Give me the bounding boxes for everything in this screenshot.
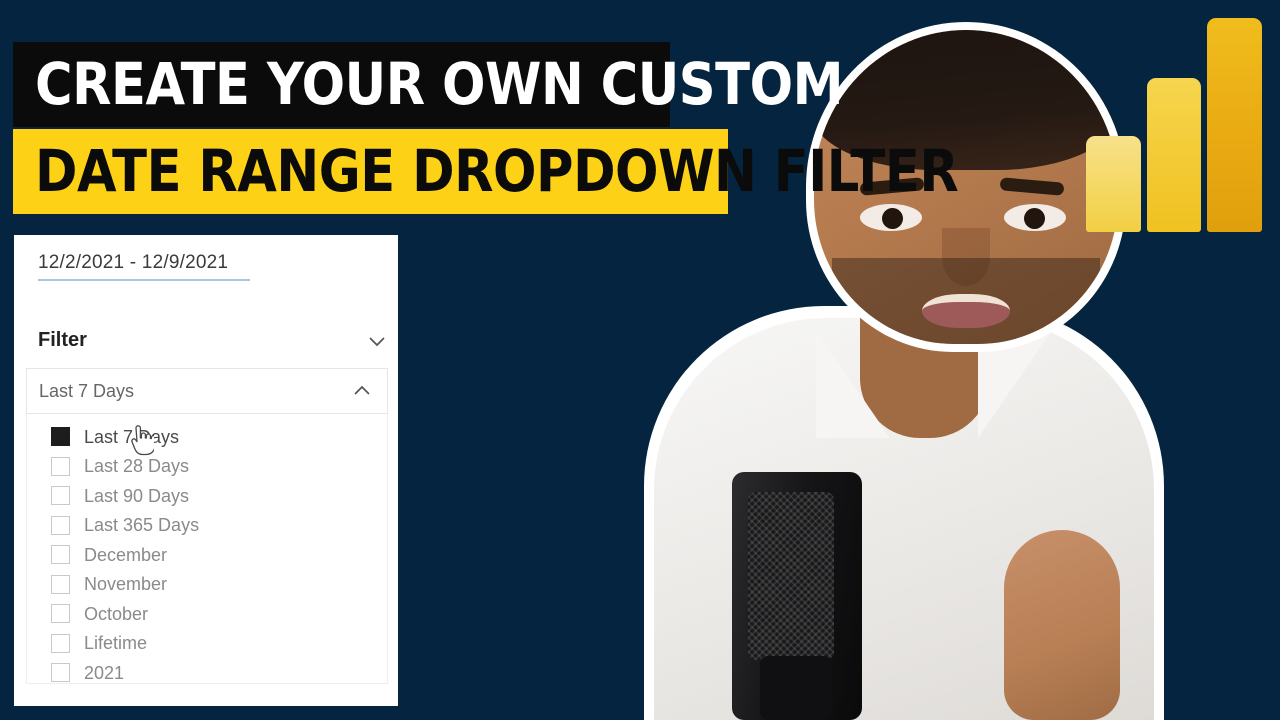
power-bi-logo-bar-short [1086,135,1141,232]
checkbox-unchecked-icon[interactable] [51,515,70,535]
chevron-up-icon[interactable] [351,380,373,402]
presenter-hand [1004,530,1120,720]
presenter-eyebrow-right [999,177,1065,196]
title-text-line2: DATE RANGE DROPDOWN FILTER [35,137,959,205]
dropdown-option-label: Last 28 Days [84,456,190,477]
presenter-iris-left [882,208,903,229]
presenter-mouth [922,294,1010,328]
chevron-down-icon[interactable] [366,330,388,352]
dropdown-option[interactable]: Last 7 Days [27,422,387,452]
checkbox-unchecked-icon[interactable] [51,574,70,594]
dropdown-option[interactable]: Last 90 Days [27,481,387,511]
dropdown-option[interactable]: December [27,540,387,570]
dropdown-option-label: Last 90 Days [84,485,190,506]
dropdown-option-label: October [84,603,149,624]
checkbox-unchecked-icon[interactable] [51,545,70,565]
power-bi-logo-bar-medium [1146,77,1202,232]
presenter-iris-right [1024,208,1045,229]
dropdown-option-label: 2021 [84,662,125,683]
dropdown-option-label: Lifetime [84,633,148,654]
checkbox-unchecked-icon[interactable] [51,456,70,476]
title-banner-line2: DATE RANGE DROPDOWN FILTER [13,129,959,214]
dropdown-option-label: November [84,574,168,595]
dropdown-option[interactable]: Last 28 Days [27,452,387,482]
dropdown-selected-value: Last 7 Days [39,380,135,401]
checkbox-unchecked-icon[interactable] [51,486,70,506]
dropdown-option[interactable]: Lifetime [27,629,387,659]
dropdown-option-label: Last 7 Days [84,426,180,447]
microphone-grille [748,492,834,660]
power-bi-logo-bar-tall [1207,18,1263,232]
thumbnail-canvas: CREATE YOUR OWN CUSTOM DATE RANGE DROPDO… [0,0,1280,720]
date-range-text: 12/2/2021 - 12/9/2021 [38,252,229,273]
dropdown-option-label: Last 365 Days [84,515,200,536]
dropdown-option[interactable]: November [27,570,387,600]
filter-label: Filter [38,329,87,351]
checkbox-unchecked-icon[interactable] [51,633,70,653]
dropdown-option-list[interactable]: Last 7 Days Last 28 Days Last 90 Days Last … [26,414,388,684]
power-bi-logo [1086,18,1263,232]
dropdown-option[interactable]: 2021 [27,658,387,683]
checkbox-unchecked-icon[interactable] [51,663,70,683]
checkbox-unchecked-icon[interactable] [51,604,70,624]
dropdown-toggle[interactable]: Last 7 Days [26,368,388,414]
dropdown-option-label: December [84,544,168,565]
date-filter-card: 12/2/2021 - 12/9/2021 Filter Last 7 Days… [14,235,398,706]
microphone-stand [760,656,832,720]
title-banner-line1: CREATE YOUR OWN CUSTOM [13,42,843,127]
shirt-collar-left [816,330,890,438]
title-text-line1: CREATE YOUR OWN CUSTOM [35,50,844,118]
checkbox-checked-icon[interactable] [51,427,70,447]
dropdown-option[interactable]: Last 365 Days [27,511,387,541]
filter-section-header[interactable]: Filter [38,329,388,352]
dropdown-option[interactable]: October [27,599,387,629]
date-range-display[interactable]: 12/2/2021 - 12/9/2021 [38,252,250,281]
